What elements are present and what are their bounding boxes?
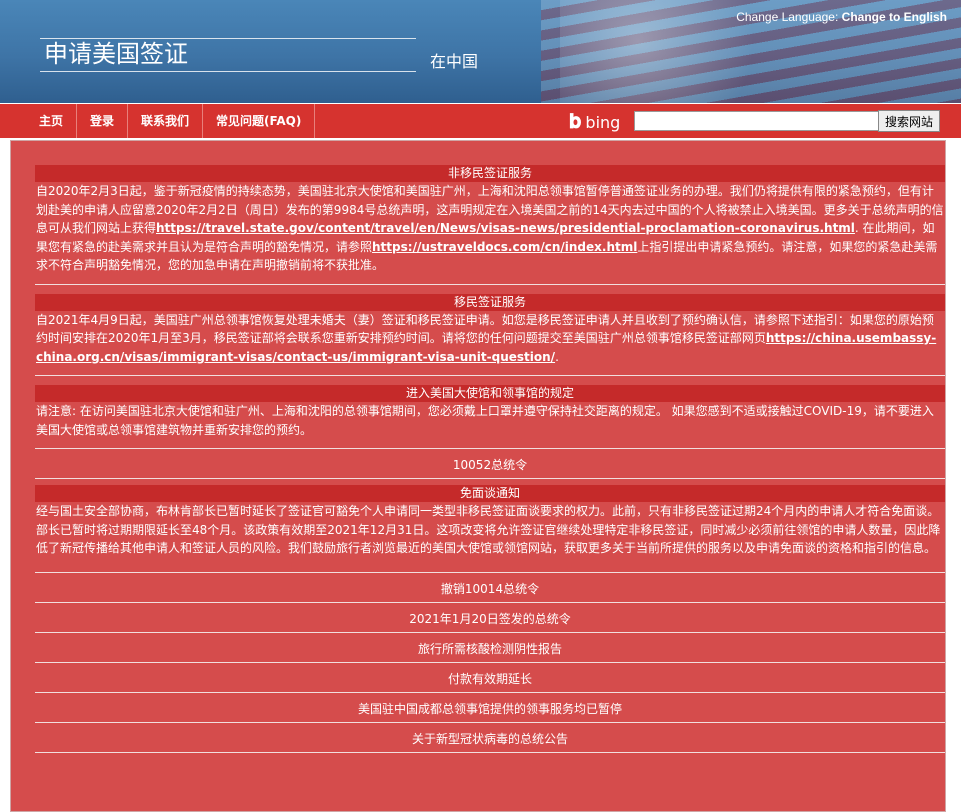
- site-header: 申请美国签证 在中国 Change Language: Change to En…: [0, 0, 961, 103]
- section-title-nonimmigrant: 非移民签证服务: [35, 165, 945, 182]
- language-label: Change Language:: [736, 10, 842, 24]
- language-switcher: Change Language: Change to English: [736, 10, 947, 24]
- notice-content: 非移民签证服务 自2020年2月3日起，鉴于新冠疫情的持续态势，美国驻北京大使馆…: [35, 165, 945, 753]
- section-title-interview-waiver: 免面谈通知: [35, 485, 945, 502]
- site-title: 申请美国签证: [40, 38, 416, 72]
- link-covid-test[interactable]: 旅行所需核酸检测阴性报告: [35, 633, 945, 662]
- nav-item-faq[interactable]: 常见问题(FAQ): [203, 104, 316, 138]
- site-search-input[interactable]: [634, 111, 880, 131]
- site-search-button[interactable]: 搜索网站: [878, 110, 941, 132]
- nav-bar: 主页 登录 联系我们 常见问题(FAQ) 𝐛 bing 搜索网站: [0, 103, 961, 139]
- section-title-immigrant: 移民签证服务: [35, 293, 945, 311]
- bing-logo-icon: 𝐛: [569, 111, 582, 133]
- immigrant-text-2: .: [555, 349, 559, 364]
- section-title-entry-rules: 进入美国大使馆和领事馆的规定: [35, 385, 945, 402]
- section-body-entry-rules: 请注意: 在访问美国驻北京大使馆和驻广州、上海和沈阳的总领事馆期间，您必须戴上口…: [36, 404, 934, 437]
- proclamation-link[interactable]: https://travel.state.gov/content/travel/…: [156, 221, 855, 235]
- section-body-immigrant: 自2021年4月9日起，美国驻广州总领事馆恢复处理未婚夫（妻）签证和移民签证申请…: [35, 311, 945, 367]
- link-chengdu-suspended[interactable]: 美国驻中国成都总领事馆提供的领事服务均已暂停: [35, 693, 945, 722]
- change-language-link[interactable]: Change to English: [842, 10, 947, 24]
- section-body-interview-waiver: 经与国土安全部协商，布林肯部长已暂时延长了签证官可豁免个人申请同一类型非移民签证…: [36, 504, 941, 555]
- nav-item-home[interactable]: 主页: [26, 104, 78, 138]
- main-nav: 主页 登录 联系我们 常见问题(FAQ): [26, 104, 316, 138]
- bing-brand: 𝐛 bing: [569, 111, 620, 134]
- link-covid-announcement[interactable]: 关于新型冠状病毒的总统公告: [35, 723, 945, 752]
- divider: [35, 751, 945, 753]
- notice-panel: 非移民签证服务 自2020年2月3日起，鉴于新冠疫情的持续态势，美国驻北京大使馆…: [10, 140, 946, 812]
- link-revoke-10014[interactable]: 撤销10014总统令: [35, 573, 945, 602]
- nav-item-login[interactable]: 登录: [77, 104, 129, 138]
- site-subtitle: 在中国: [430, 52, 479, 71]
- bing-label: bing: [585, 113, 621, 132]
- ustraveldocs-link[interactable]: https://ustraveldocs.com/cn/index.html: [372, 240, 637, 254]
- link-payment-extension[interactable]: 付款有效期延长: [35, 663, 945, 692]
- section-body-nonimmigrant: 自2020年2月3日起，鉴于新冠疫情的持续态势，美国驻北京大使馆和美国驻广州，上…: [35, 182, 945, 275]
- link-proclamation-10052[interactable]: 10052总统令: [35, 449, 945, 478]
- nav-item-contact[interactable]: 联系我们: [128, 104, 204, 138]
- link-order-jan20[interactable]: 2021年1月20日签发的总统令: [35, 603, 945, 632]
